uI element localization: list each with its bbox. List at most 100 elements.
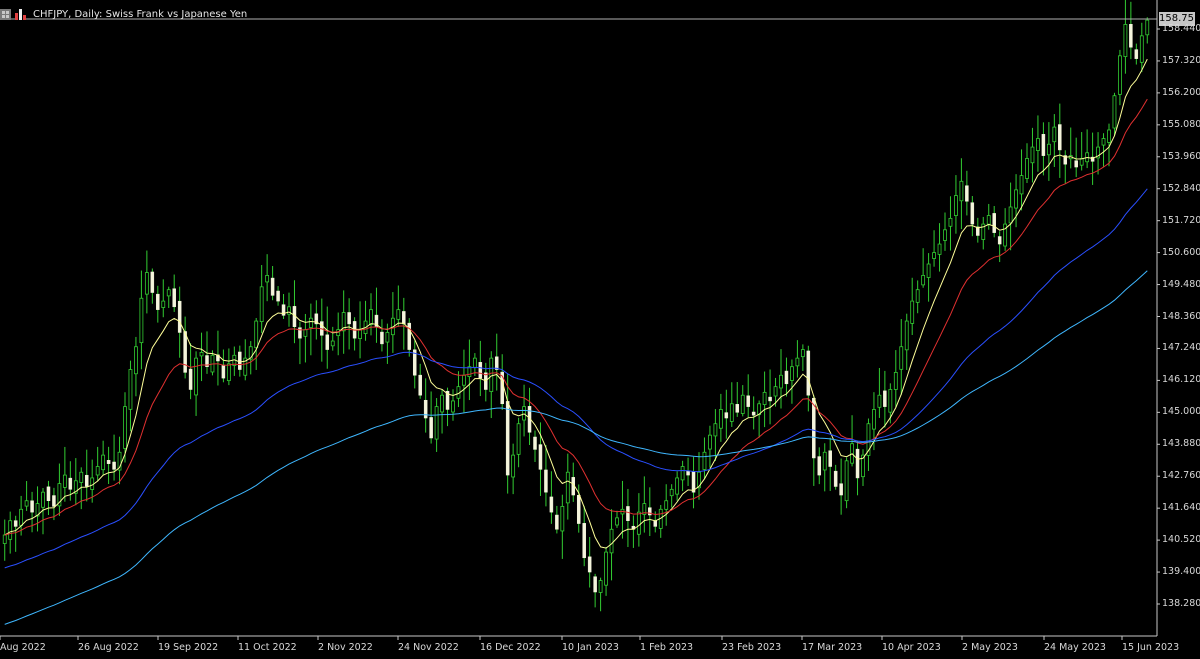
price-tick-label: 138.280 (1162, 598, 1200, 609)
table-icon[interactable] (0, 8, 11, 20)
candle (992, 206, 996, 238)
chart-title: CHFJPY, Daily: Swiss Frank vs Japanese Y… (33, 8, 248, 20)
candle (330, 326, 335, 351)
candle (664, 484, 669, 526)
candle (571, 462, 576, 502)
candle (489, 351, 494, 419)
candle (112, 434, 116, 481)
candle (1139, 22, 1144, 73)
price-tick-label: 142.760 (1162, 470, 1200, 482)
candle (423, 378, 428, 433)
price-tick-label: 150.600 (1162, 246, 1200, 258)
candle (1068, 127, 1073, 169)
price-tick-label: 143.880 (1162, 438, 1200, 450)
candle (347, 298, 351, 350)
candle (380, 319, 384, 352)
candle (1052, 114, 1057, 168)
candle (303, 313, 308, 363)
candle (369, 293, 373, 336)
candle (926, 253, 931, 302)
candle (1014, 174, 1018, 228)
price-chart[interactable] (0, 0, 1200, 659)
candle (1019, 149, 1024, 211)
candle (281, 294, 286, 319)
candle (555, 505, 559, 534)
candle (883, 370, 887, 428)
candle (598, 577, 603, 612)
candle (363, 300, 368, 341)
candle (1085, 129, 1090, 169)
candle (35, 486, 40, 532)
time-tick-label: 15 Jun 2023 (1122, 642, 1180, 653)
bar-chart-icon[interactable] (15, 8, 26, 20)
candle (440, 389, 444, 434)
candle (833, 464, 838, 490)
candle (434, 398, 439, 452)
candle (467, 339, 472, 401)
candle (407, 318, 412, 357)
candle (117, 436, 122, 485)
candle (795, 340, 800, 378)
chart-title-bar: CHFJPY, Daily: Swiss Frank vs Japanese Y… (0, 6, 247, 22)
price-tick-label: 158.440 (1162, 23, 1200, 34)
candle (729, 382, 734, 427)
candle (893, 350, 898, 408)
candle (604, 546, 608, 596)
time-tick-label: Aug 2022 (0, 642, 46, 653)
price-tick-label: 147.240 (1162, 342, 1200, 354)
candle (768, 369, 772, 425)
candle (757, 400, 762, 438)
time-tick-label: 24 Nov 2022 (398, 642, 459, 653)
candle (751, 396, 756, 430)
candle (2, 519, 7, 561)
candle (1046, 122, 1051, 181)
ma-medium-line (4, 98, 1148, 536)
candle (915, 280, 920, 314)
candle (959, 158, 964, 230)
candle (1134, 43, 1139, 65)
time-tick-label: 24 May 2023 (1044, 642, 1106, 653)
time-tick-label: 26 Aug 2022 (78, 642, 139, 653)
candle (648, 487, 652, 537)
candle (527, 387, 532, 446)
candle (226, 348, 231, 386)
candle (374, 287, 379, 343)
candle (855, 440, 860, 496)
candle (686, 457, 690, 486)
candle (298, 321, 302, 365)
candle (166, 286, 171, 308)
candle (762, 371, 767, 428)
candle (986, 203, 991, 230)
candle (183, 316, 187, 379)
candle (292, 280, 297, 344)
candle (544, 444, 548, 507)
time-tick-label: 11 Oct 2022 (238, 642, 297, 653)
price-tick-label: 149.480 (1162, 278, 1200, 290)
candle (194, 351, 198, 416)
candle (680, 460, 685, 492)
candle (642, 476, 647, 533)
candle (565, 453, 570, 520)
candle (861, 449, 865, 487)
candle (718, 393, 723, 442)
candle (1112, 92, 1117, 137)
candle (336, 312, 341, 356)
candle (199, 332, 204, 382)
candle (713, 409, 718, 462)
candle (516, 417, 521, 468)
candle (505, 373, 510, 494)
price-tick-label: 141.640 (1162, 502, 1200, 514)
candle (232, 346, 237, 376)
candle (937, 223, 942, 272)
candle (265, 254, 270, 302)
candle (839, 458, 843, 515)
price-tick-label: 140.520 (1162, 534, 1200, 546)
candle (1129, 1, 1133, 60)
candle (243, 339, 248, 381)
candle (161, 279, 166, 318)
candle (735, 382, 740, 417)
candle (560, 494, 565, 559)
candle (822, 443, 827, 492)
price-tick-label: 156.200 (1162, 86, 1200, 98)
candle (697, 452, 701, 500)
